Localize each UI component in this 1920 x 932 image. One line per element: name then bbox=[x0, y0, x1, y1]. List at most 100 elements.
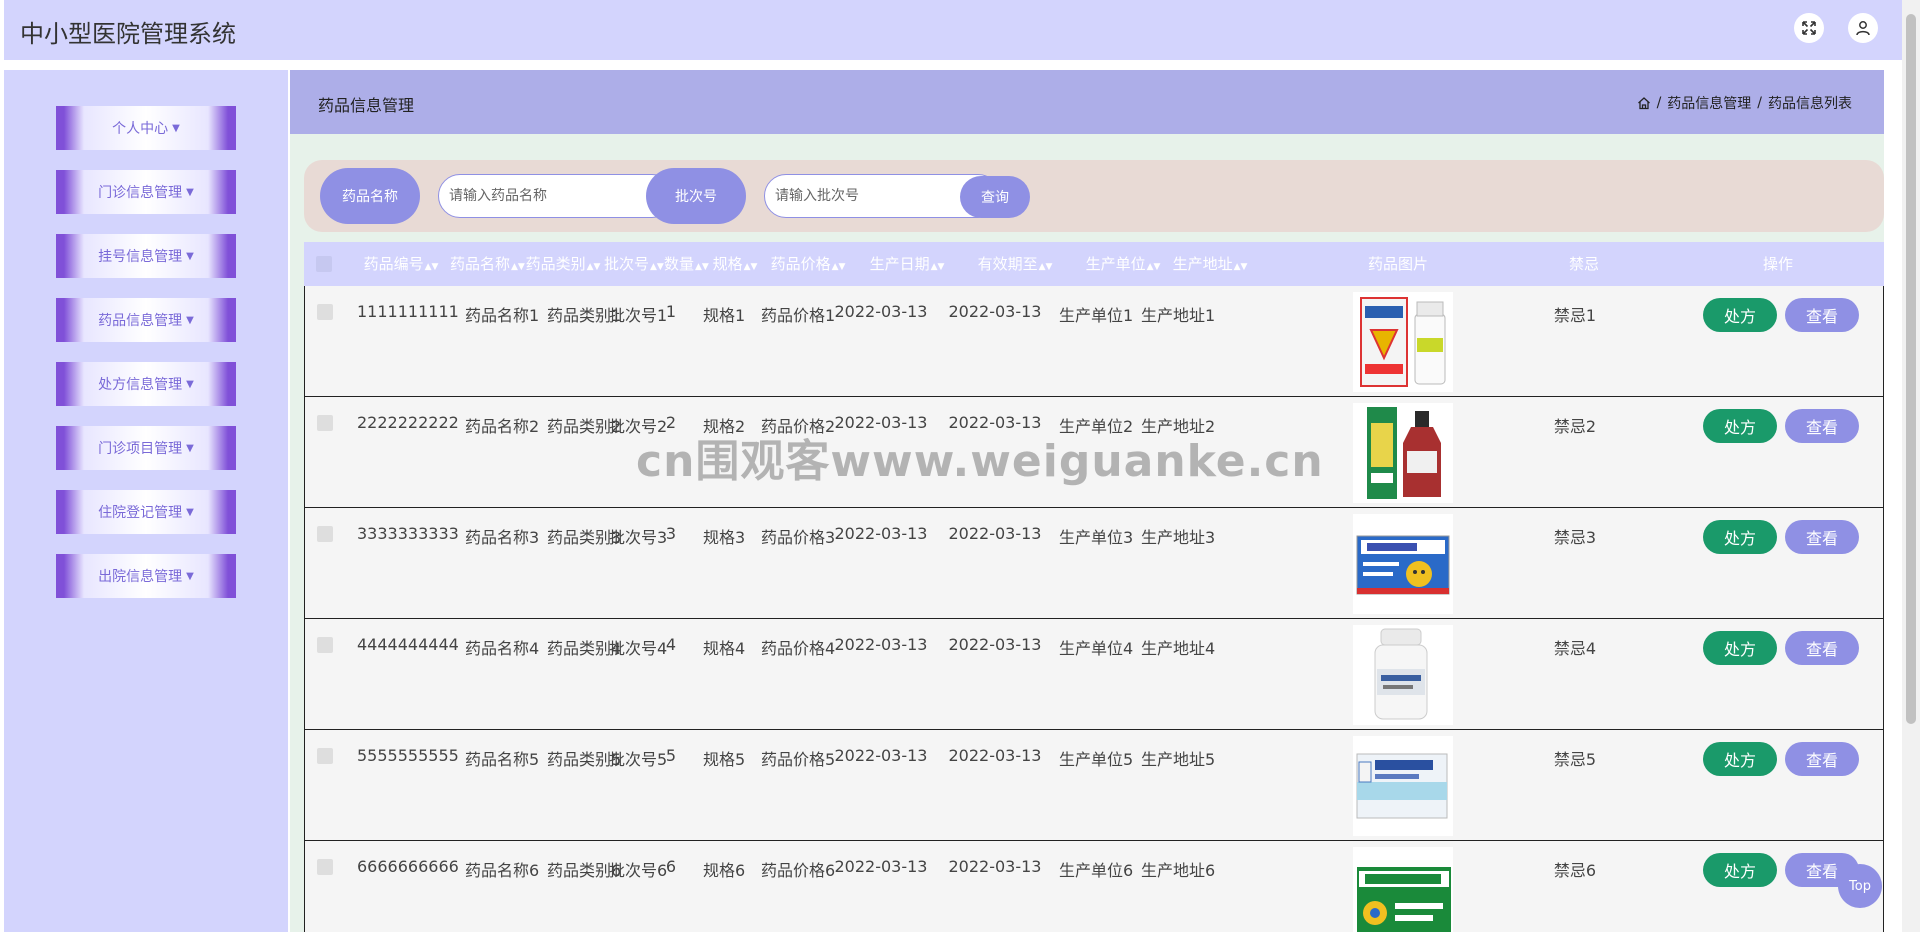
back-to-top-button[interactable]: Top bbox=[1838, 864, 1882, 908]
column-header-production-date[interactable]: 生产日期▲▼ bbox=[864, 242, 950, 286]
cell-production-date: 2022-03-13 bbox=[834, 857, 928, 876]
view-button[interactable]: 查看 bbox=[1785, 631, 1859, 665]
column-header-spec[interactable]: 规格▲▼ bbox=[712, 242, 758, 286]
cell-quantity: 5 bbox=[665, 746, 677, 765]
table-row[interactable]: 3333333333 药品名称3 药品类别3 批次号3 3 规格3 药品价格3 … bbox=[304, 508, 1884, 619]
cell-spec: 规格1 bbox=[703, 306, 746, 325]
cell-manufacturer: 生产单位3 bbox=[1059, 528, 1134, 547]
sidebar-item-label: 挂号信息管理 bbox=[98, 249, 183, 265]
column-header-contraindication: 禁忌 bbox=[1568, 255, 1599, 273]
sort-icon[interactable]: ▲▼ bbox=[425, 262, 439, 272]
cell-production-date: 2022-03-13 bbox=[834, 302, 928, 321]
column-header-batch[interactable]: 批次号▲▼ bbox=[604, 242, 664, 286]
cell-price: 药品价格4 bbox=[761, 639, 836, 658]
sort-icon[interactable]: ▲▼ bbox=[511, 262, 525, 272]
sidebar-item-registration[interactable]: 挂号信息管理 ▼ bbox=[56, 234, 236, 278]
home-icon[interactable] bbox=[1637, 96, 1651, 110]
vertical-scrollbar[interactable] bbox=[1902, 0, 1920, 932]
column-header-price[interactable]: 药品价格▲▼ bbox=[768, 242, 848, 286]
fullscreen-button[interactable] bbox=[1794, 13, 1824, 43]
search-bar: 药品名称 批次号 查询 bbox=[304, 160, 1884, 232]
sort-icon[interactable]: ▲▼ bbox=[695, 262, 709, 272]
cell-production-date: 2022-03-13 bbox=[834, 524, 928, 543]
cell-name: 药品名称4 bbox=[465, 639, 540, 658]
prescribe-button[interactable]: 处方 bbox=[1703, 520, 1777, 554]
cell-address: 生产地址1 bbox=[1141, 306, 1216, 325]
column-header-address[interactable]: 生产地址▲▼ bbox=[1168, 242, 1252, 286]
view-button[interactable]: 查看 bbox=[1785, 409, 1859, 443]
sort-icon[interactable]: ▲▼ bbox=[744, 262, 758, 272]
prescribe-button[interactable]: 处方 bbox=[1703, 298, 1777, 332]
sort-icon[interactable]: ▲▼ bbox=[931, 262, 945, 272]
prescribe-button[interactable]: 处方 bbox=[1703, 742, 1777, 776]
column-header-quantity[interactable]: 数量▲▼ bbox=[664, 242, 709, 286]
medicine-image bbox=[1353, 847, 1453, 932]
scrollbar-thumb[interactable] bbox=[1906, 14, 1916, 724]
row-checkbox[interactable] bbox=[317, 637, 333, 653]
column-header-category[interactable]: 药品类别▲▼ bbox=[524, 242, 602, 286]
sort-icon[interactable]: ▲▼ bbox=[832, 262, 846, 272]
cell-quantity: 1 bbox=[665, 302, 677, 321]
prescribe-button[interactable]: 处方 bbox=[1703, 853, 1777, 887]
column-header-name[interactable]: 药品名称▲▼ bbox=[450, 242, 525, 286]
sidebar-item-personal-center[interactable]: 个人中心 ▼ bbox=[56, 106, 236, 150]
sort-icon[interactable]: ▲▼ bbox=[1039, 262, 1053, 272]
sidebar-item-label: 门诊项目管理 bbox=[98, 441, 183, 457]
prescribe-button[interactable]: 处方 bbox=[1703, 631, 1777, 665]
cell-code: 3333333333 bbox=[357, 524, 459, 543]
breadcrumb-separator: / bbox=[1656, 95, 1662, 111]
sidebar-item-prescription[interactable]: 处方信息管理 ▼ bbox=[56, 362, 236, 406]
column-header-image: 药品图片 bbox=[1367, 255, 1428, 273]
view-button[interactable]: 查看 bbox=[1785, 520, 1859, 554]
breadcrumb-separator: / bbox=[1757, 95, 1762, 111]
table-row[interactable]: 6666666666 药品名称6 药品类别6 批次号6 6 规格6 药品价格6 … bbox=[304, 841, 1884, 932]
cell-batch: 批次号4 bbox=[609, 639, 668, 658]
cell-address: 生产地址6 bbox=[1141, 861, 1216, 880]
row-checkbox[interactable] bbox=[317, 748, 333, 764]
sidebar-item-discharge[interactable]: 出院信息管理 ▼ bbox=[56, 554, 236, 598]
row-checkbox[interactable] bbox=[317, 415, 333, 431]
caret-down-icon: ▼ bbox=[186, 186, 194, 198]
medicine-name-input[interactable] bbox=[438, 174, 674, 218]
select-all-checkbox[interactable] bbox=[316, 256, 332, 272]
sort-icon[interactable]: ▲▼ bbox=[1234, 262, 1248, 272]
breadcrumb-item-medicine-list: 药品信息列表 bbox=[1768, 96, 1852, 112]
sidebar-item-admission[interactable]: 住院登记管理 ▼ bbox=[56, 490, 236, 534]
sort-icon[interactable]: ▲▼ bbox=[650, 262, 664, 272]
table-row[interactable]: 4444444444 药品名称4 药品类别4 批次号4 4 规格4 药品价格4 … bbox=[304, 619, 1884, 730]
cell-quantity: 3 bbox=[665, 524, 677, 543]
sidebar-item-medicine[interactable]: 药品信息管理 ▼ bbox=[56, 298, 236, 342]
view-button[interactable]: 查看 bbox=[1785, 742, 1859, 776]
sort-icon[interactable]: ▲▼ bbox=[1147, 262, 1161, 272]
page-header: 药品信息管理 / 药品信息管理 / 药品信息列表 bbox=[290, 70, 1884, 134]
sidebar-item-outpatient-items[interactable]: 门诊项目管理 ▼ bbox=[56, 426, 236, 470]
cell-address: 生产地址5 bbox=[1141, 750, 1216, 769]
sidebar-item-label: 出院信息管理 bbox=[98, 569, 183, 585]
query-button[interactable]: 查询 bbox=[960, 176, 1030, 218]
breadcrumb-item-medicine-management[interactable]: 药品信息管理 bbox=[1667, 93, 1751, 113]
medicine-image bbox=[1353, 403, 1453, 503]
table-row[interactable]: 5555555555 药品名称5 药品类别5 批次号5 5 规格5 药品价格5 … bbox=[304, 730, 1884, 841]
cell-spec: 规格5 bbox=[703, 750, 746, 769]
cell-price: 药品价格3 bbox=[761, 528, 836, 547]
view-button[interactable]: 查看 bbox=[1785, 298, 1859, 332]
column-header-expiry[interactable]: 有效期至▲▼ bbox=[972, 242, 1058, 286]
column-header-code[interactable]: 药品编号▲▼ bbox=[362, 242, 440, 286]
row-checkbox[interactable] bbox=[317, 859, 333, 875]
sort-icon[interactable]: ▲▼ bbox=[587, 262, 601, 272]
cell-contraindication: 禁忌5 bbox=[1553, 750, 1597, 769]
row-checkbox[interactable] bbox=[317, 526, 333, 542]
batch-number-label: 批次号 bbox=[646, 168, 746, 224]
cell-spec: 规格4 bbox=[703, 639, 746, 658]
caret-down-icon: ▼ bbox=[186, 570, 194, 582]
prescribe-button[interactable]: 处方 bbox=[1703, 409, 1777, 443]
cell-price: 药品价格6 bbox=[761, 861, 836, 880]
user-button[interactable] bbox=[1848, 13, 1878, 43]
row-checkbox[interactable] bbox=[317, 304, 333, 320]
table-row[interactable]: 1111111111 药品名称1 药品类别1 批次号1 1 规格1 药品价格1 … bbox=[304, 286, 1884, 397]
sidebar: 个人中心 ▼ 门诊信息管理 ▼ 挂号信息管理 ▼ 药品信息管理 ▼ 处方信息管理 ▼ 门诊… bbox=[4, 70, 288, 932]
sidebar-item-outpatient[interactable]: 门诊信息管理 ▼ bbox=[56, 170, 236, 214]
user-icon bbox=[1856, 21, 1870, 36]
cell-manufacturer: 生产单位4 bbox=[1059, 639, 1134, 658]
column-header-manufacturer[interactable]: 生产单位▲▼ bbox=[1084, 242, 1162, 286]
